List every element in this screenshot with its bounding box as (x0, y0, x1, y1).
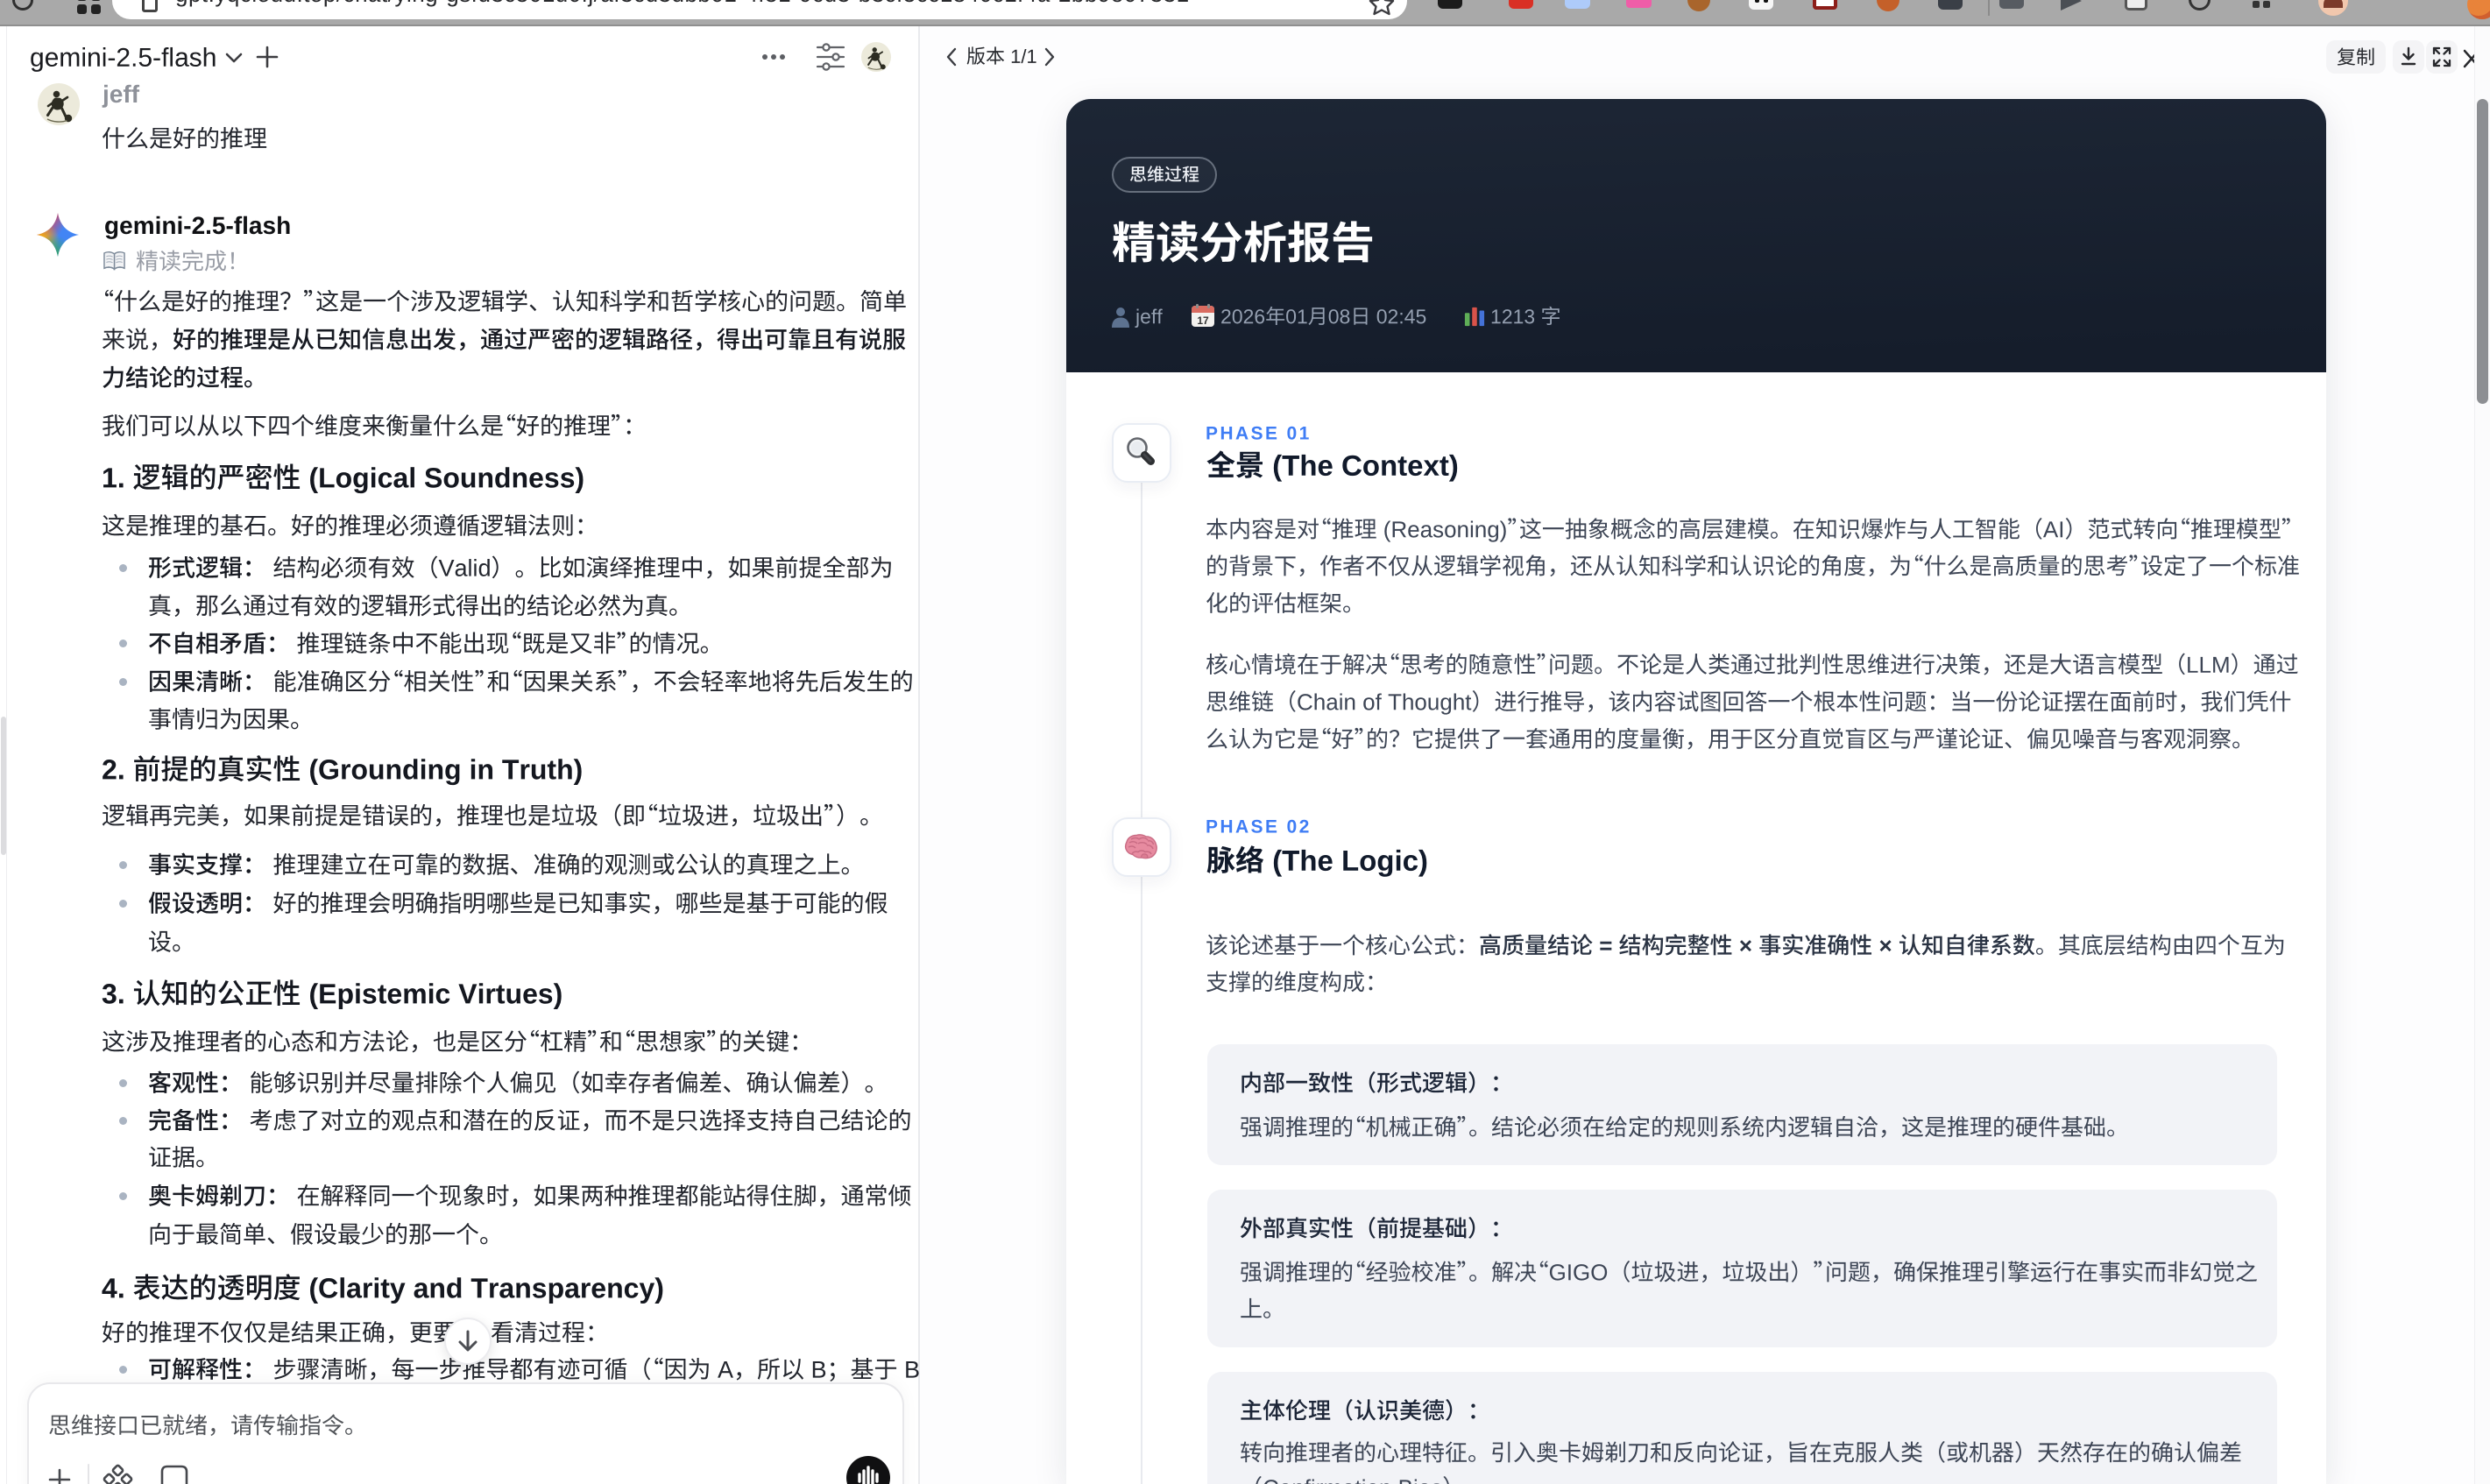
svg-text:17: 17 (1197, 314, 1209, 327)
